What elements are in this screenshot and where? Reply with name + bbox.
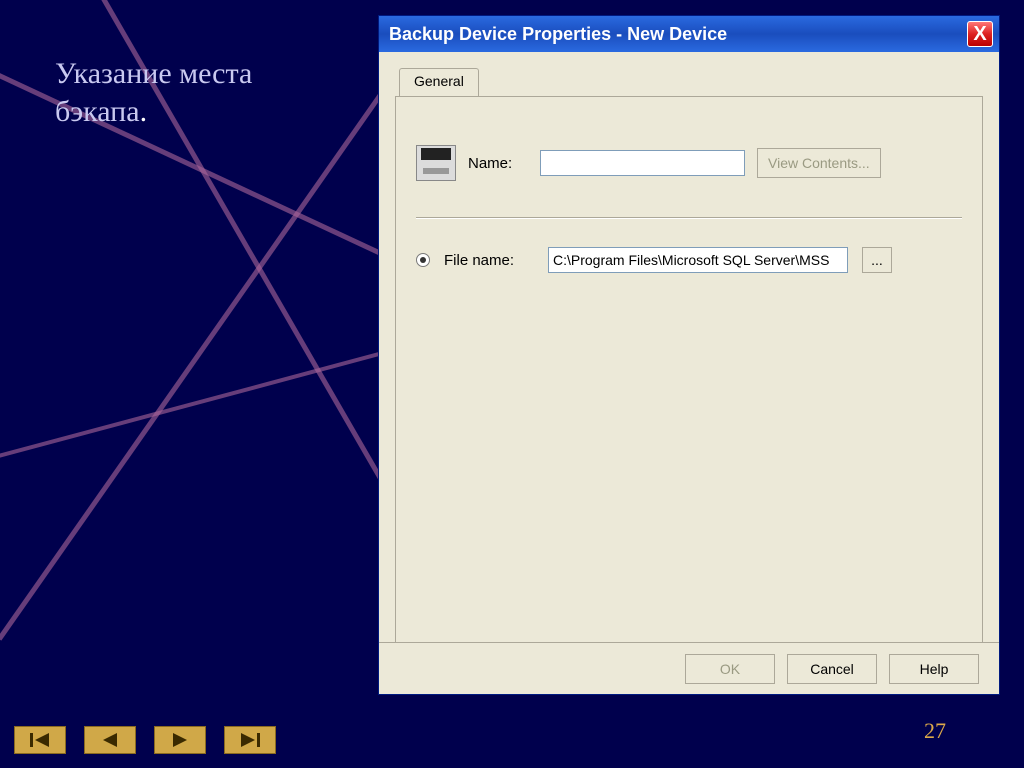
slide-caption: Указание места бэкапа. [55,55,252,130]
titlebar[interactable]: Backup Device Properties - New Device X [379,16,999,52]
caption-dot: . [140,95,148,128]
first-icon [29,732,51,748]
tab-row: General [395,68,983,96]
ok-button: OK [685,654,775,684]
close-icon: X [973,24,986,44]
close-button[interactable]: X [967,21,993,47]
caption-line-1: Указание места [55,57,252,90]
name-label: Name: [468,155,528,172]
page-number: 27 [924,718,946,744]
backup-device-dialog: Backup Device Properties - New Device X … [378,15,1000,695]
next-icon [169,732,191,748]
file-name-row: File name: ... [416,247,962,273]
view-contents-button: View Contents... [757,148,881,178]
nav-last-button[interactable] [224,726,276,754]
nav-first-button[interactable] [14,726,66,754]
tab-body: Name: View Contents... File name: ... [395,96,983,646]
titlebar-text: Backup Device Properties - New Device [389,24,967,45]
cancel-button[interactable]: Cancel [787,654,877,684]
nav-next-button[interactable] [154,726,206,754]
file-name-label: File name: [444,252,534,269]
file-name-input[interactable] [548,247,848,273]
divider [416,217,962,219]
bg-line [0,64,403,640]
file-name-radio[interactable] [416,253,430,267]
dialog-client-area: General Name: View Contents... File name… [379,52,999,694]
name-row: Name: View Contents... [416,145,962,181]
help-button[interactable]: Help [889,654,979,684]
caption-line-2: бэкапа [55,95,140,128]
nav-prev-button[interactable] [84,726,136,754]
tab-general[interactable]: General [399,68,479,96]
backup-device-icon [416,145,456,181]
slide-nav [14,726,276,754]
prev-icon [99,732,121,748]
last-icon [239,732,261,748]
browse-button[interactable]: ... [862,247,892,273]
name-input[interactable] [540,150,745,176]
tab-label: General [414,73,464,89]
dialog-button-bar: OK Cancel Help [379,642,999,694]
